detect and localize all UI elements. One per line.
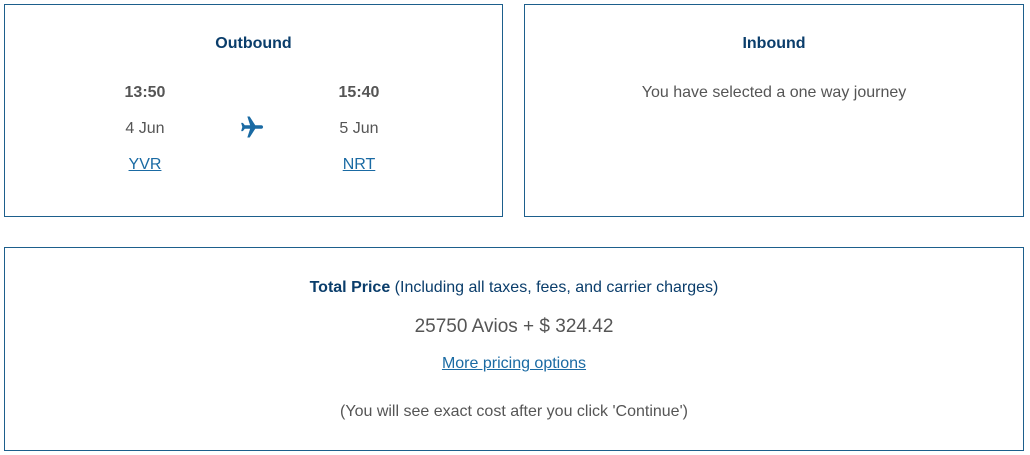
outbound-panel: Outbound 13:50 4 Jun YVR 15:40 5 Jun NRT (4, 4, 503, 217)
arrival-date: 5 Jun (339, 120, 379, 137)
departure-airport-link[interactable]: YVR (95, 156, 195, 174)
total-price-line: Total Price (Including all taxes, fees, … (5, 279, 1023, 297)
departure-date: 4 Jun (125, 120, 165, 137)
inbound-panel: Inbound You have selected a one way jour… (524, 4, 1024, 217)
plane-icon (241, 116, 264, 138)
more-pricing-options-link[interactable]: More pricing options (442, 355, 586, 372)
total-price-note: (Including all taxes, fees, and carrier … (394, 279, 719, 296)
price-amount-line: 25750 Avios + $ 324.42 (5, 316, 1023, 338)
one-way-message: You have selected a one way journey (641, 84, 907, 101)
arrival-time: 15:40 (338, 84, 380, 101)
price-footnote: (You will see exact cost after you click… (340, 403, 688, 420)
departure-time: 13:50 (124, 84, 166, 101)
arrival-airport-link[interactable]: NRT (309, 156, 409, 174)
price-panel: Total Price (Including all taxes, fees, … (4, 247, 1024, 451)
more-pricing-line: More pricing options (5, 355, 1023, 373)
inbound-heading: Inbound (742, 35, 806, 52)
price-amount: 25750 Avios + $ 324.42 (414, 316, 614, 337)
outbound-heading: Outbound (215, 35, 292, 52)
total-price-label: Total Price (309, 279, 391, 296)
